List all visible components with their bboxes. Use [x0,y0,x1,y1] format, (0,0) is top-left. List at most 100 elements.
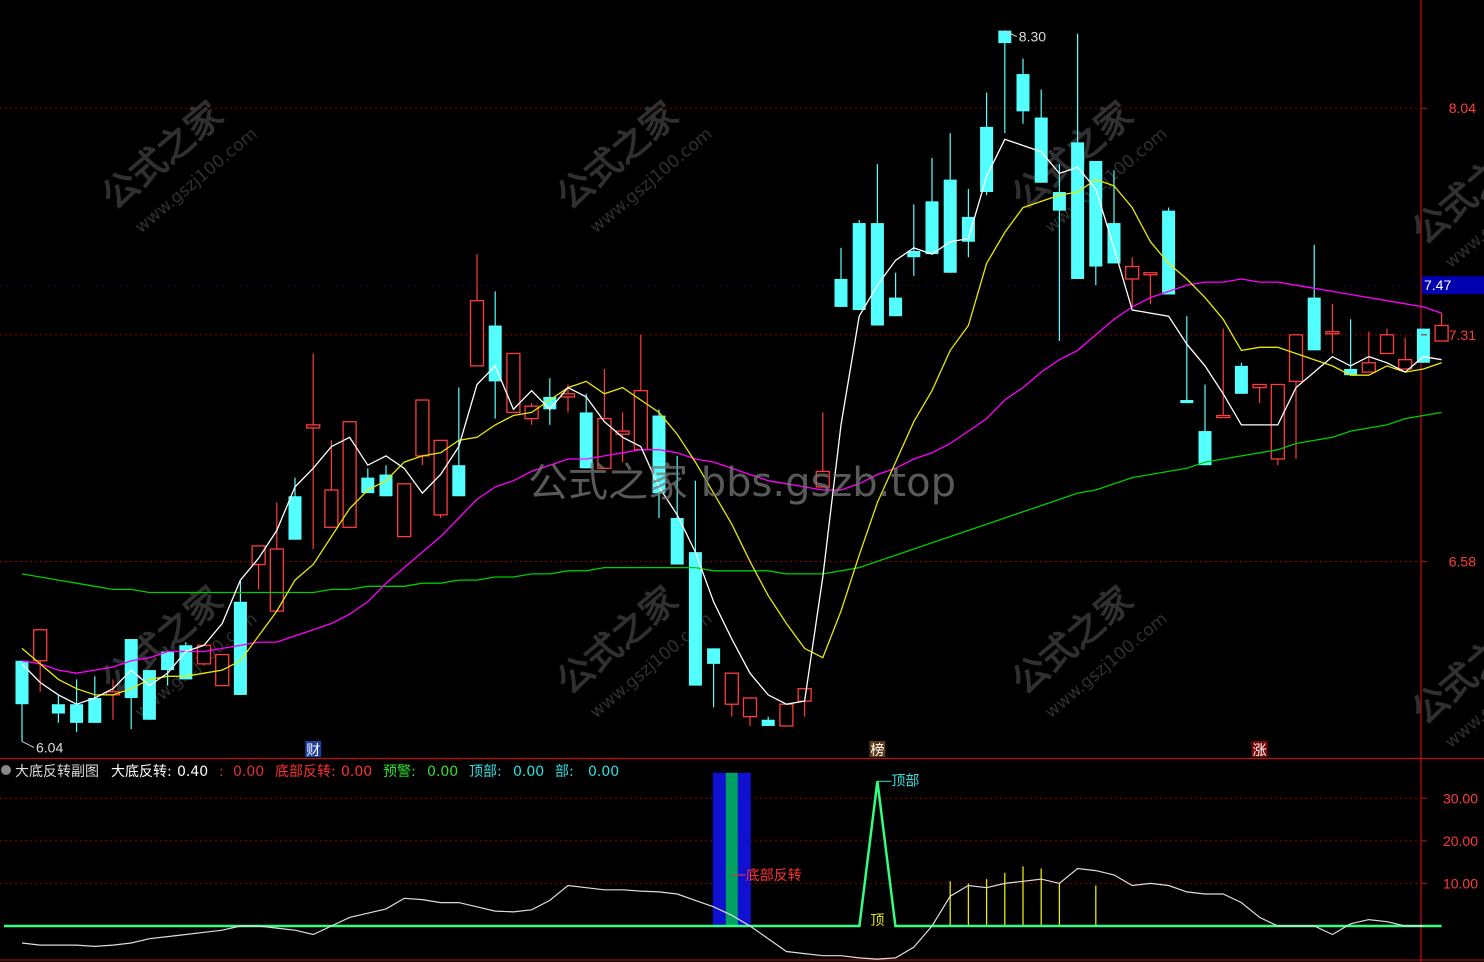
candle [179,642,193,680]
candle-body-up [33,629,48,662]
current-price-label: 7.47 [1424,277,1451,293]
center-watermark: 公式之家 bbs.gszb.top [528,460,956,506]
event-badge-label: 榜 [870,742,884,759]
indicator-panel: 大底反转副图 大底反转: 0.40: 0.00 底部反转: 0.00 预警: 0.00… [1,764,1442,960]
reversal-bar-inner [725,772,738,926]
candle-body-down [707,648,721,664]
candle [742,697,758,726]
candle [1361,331,1376,373]
candle-body-up [1325,331,1340,335]
candle-body-down [1234,365,1248,394]
candle [70,679,84,733]
indicator-title: 大底反转副图 [15,764,99,780]
candle-body-up [1252,383,1267,389]
candle [998,30,1012,134]
candle [1344,319,1358,376]
candle-body-up [415,399,430,457]
candle [943,133,957,273]
high-marker: 8.30 [1019,29,1046,45]
indicator-param-value: 0.00 [233,764,264,780]
candle [1398,337,1413,370]
candle [907,204,921,276]
candle-body-down [1344,368,1358,376]
candle [506,352,521,414]
price-tick-label: 6.58 [1449,553,1476,569]
candle-body-down [852,223,866,310]
candle [1307,244,1321,351]
indicator-param-label: 大底反转: [111,764,172,780]
candle-body-down [1307,297,1321,351]
low-marker-pointer [21,741,35,748]
watermark-tile: 公式之家www.gszj100.com [1404,129,1484,272]
candle [1180,316,1194,404]
low-marker: 6.04 [36,739,63,755]
candle-body-down [452,465,466,497]
candle [852,219,866,310]
candle [488,291,502,419]
candle [324,440,339,528]
event-badge-label: 财 [306,743,320,759]
indicator-param-value: 0.40 [177,764,208,780]
watermark-tile: 公式之家www.gszj100.com [1004,579,1171,722]
candle [233,580,247,695]
candle [707,648,721,708]
bottom-reversal-label: 底部反转 [746,868,802,884]
candle [15,660,29,742]
indicator-param-label: 预警: [383,764,416,780]
candle-body-down [1180,400,1194,404]
indicator-tick-label: 10.00 [1443,875,1478,891]
candle-body-down [943,179,957,273]
candle [1234,362,1248,394]
candle [469,254,485,367]
candle-body-down [288,496,302,540]
price-tick-label: 8.04 [1449,100,1476,116]
top-base-label: 顶 [870,913,884,929]
indicator-tick-label: 20.00 [1443,833,1478,849]
watermark-tile: 公式之家www.gszj100.com [1404,609,1484,752]
candle [633,334,648,451]
candle-body-down [15,660,29,705]
candle [1162,207,1176,295]
candle [124,639,138,730]
indicator-param-value: 0.00 [427,764,458,780]
candle [524,403,539,425]
price-tick-label: 7.31 [1449,327,1476,343]
candle [779,703,794,727]
candle [397,483,412,538]
candle-body-down [233,601,247,695]
candle-body-down [1089,161,1103,267]
candle-body-up [306,424,321,429]
candle-body-up [779,703,794,727]
indicator-tick-label: 30.00 [1443,790,1478,806]
candle-body-down [925,201,939,255]
candle [925,157,939,255]
candle [797,688,812,717]
top-peak-label: 顶部 [891,773,919,789]
candle [724,672,739,717]
candle [1434,313,1449,342]
candle-body-up [1361,362,1376,373]
candle [51,694,65,723]
candle-body-up [1216,414,1231,419]
candle [142,670,156,720]
indicator-param-label: 顶部: [469,764,502,780]
candle [543,378,557,425]
candle-body-up [560,393,576,398]
candle-body-down [51,704,65,714]
candle-body-up [724,672,739,705]
candle-body-down [488,325,502,382]
candle-body-down [1016,74,1030,112]
collapse-icon [1,765,11,775]
candle-body-down [1107,223,1121,264]
candle [1071,33,1085,279]
candle [1252,383,1267,404]
candle [1125,257,1140,307]
candle-body-up [433,439,448,516]
candle [1016,58,1030,124]
candle [870,164,884,326]
indicator-param-value: 0.00 [513,764,544,780]
candle-body-up [742,697,758,718]
candle-body-up [324,489,339,528]
candle [834,247,848,307]
candle [196,644,212,665]
